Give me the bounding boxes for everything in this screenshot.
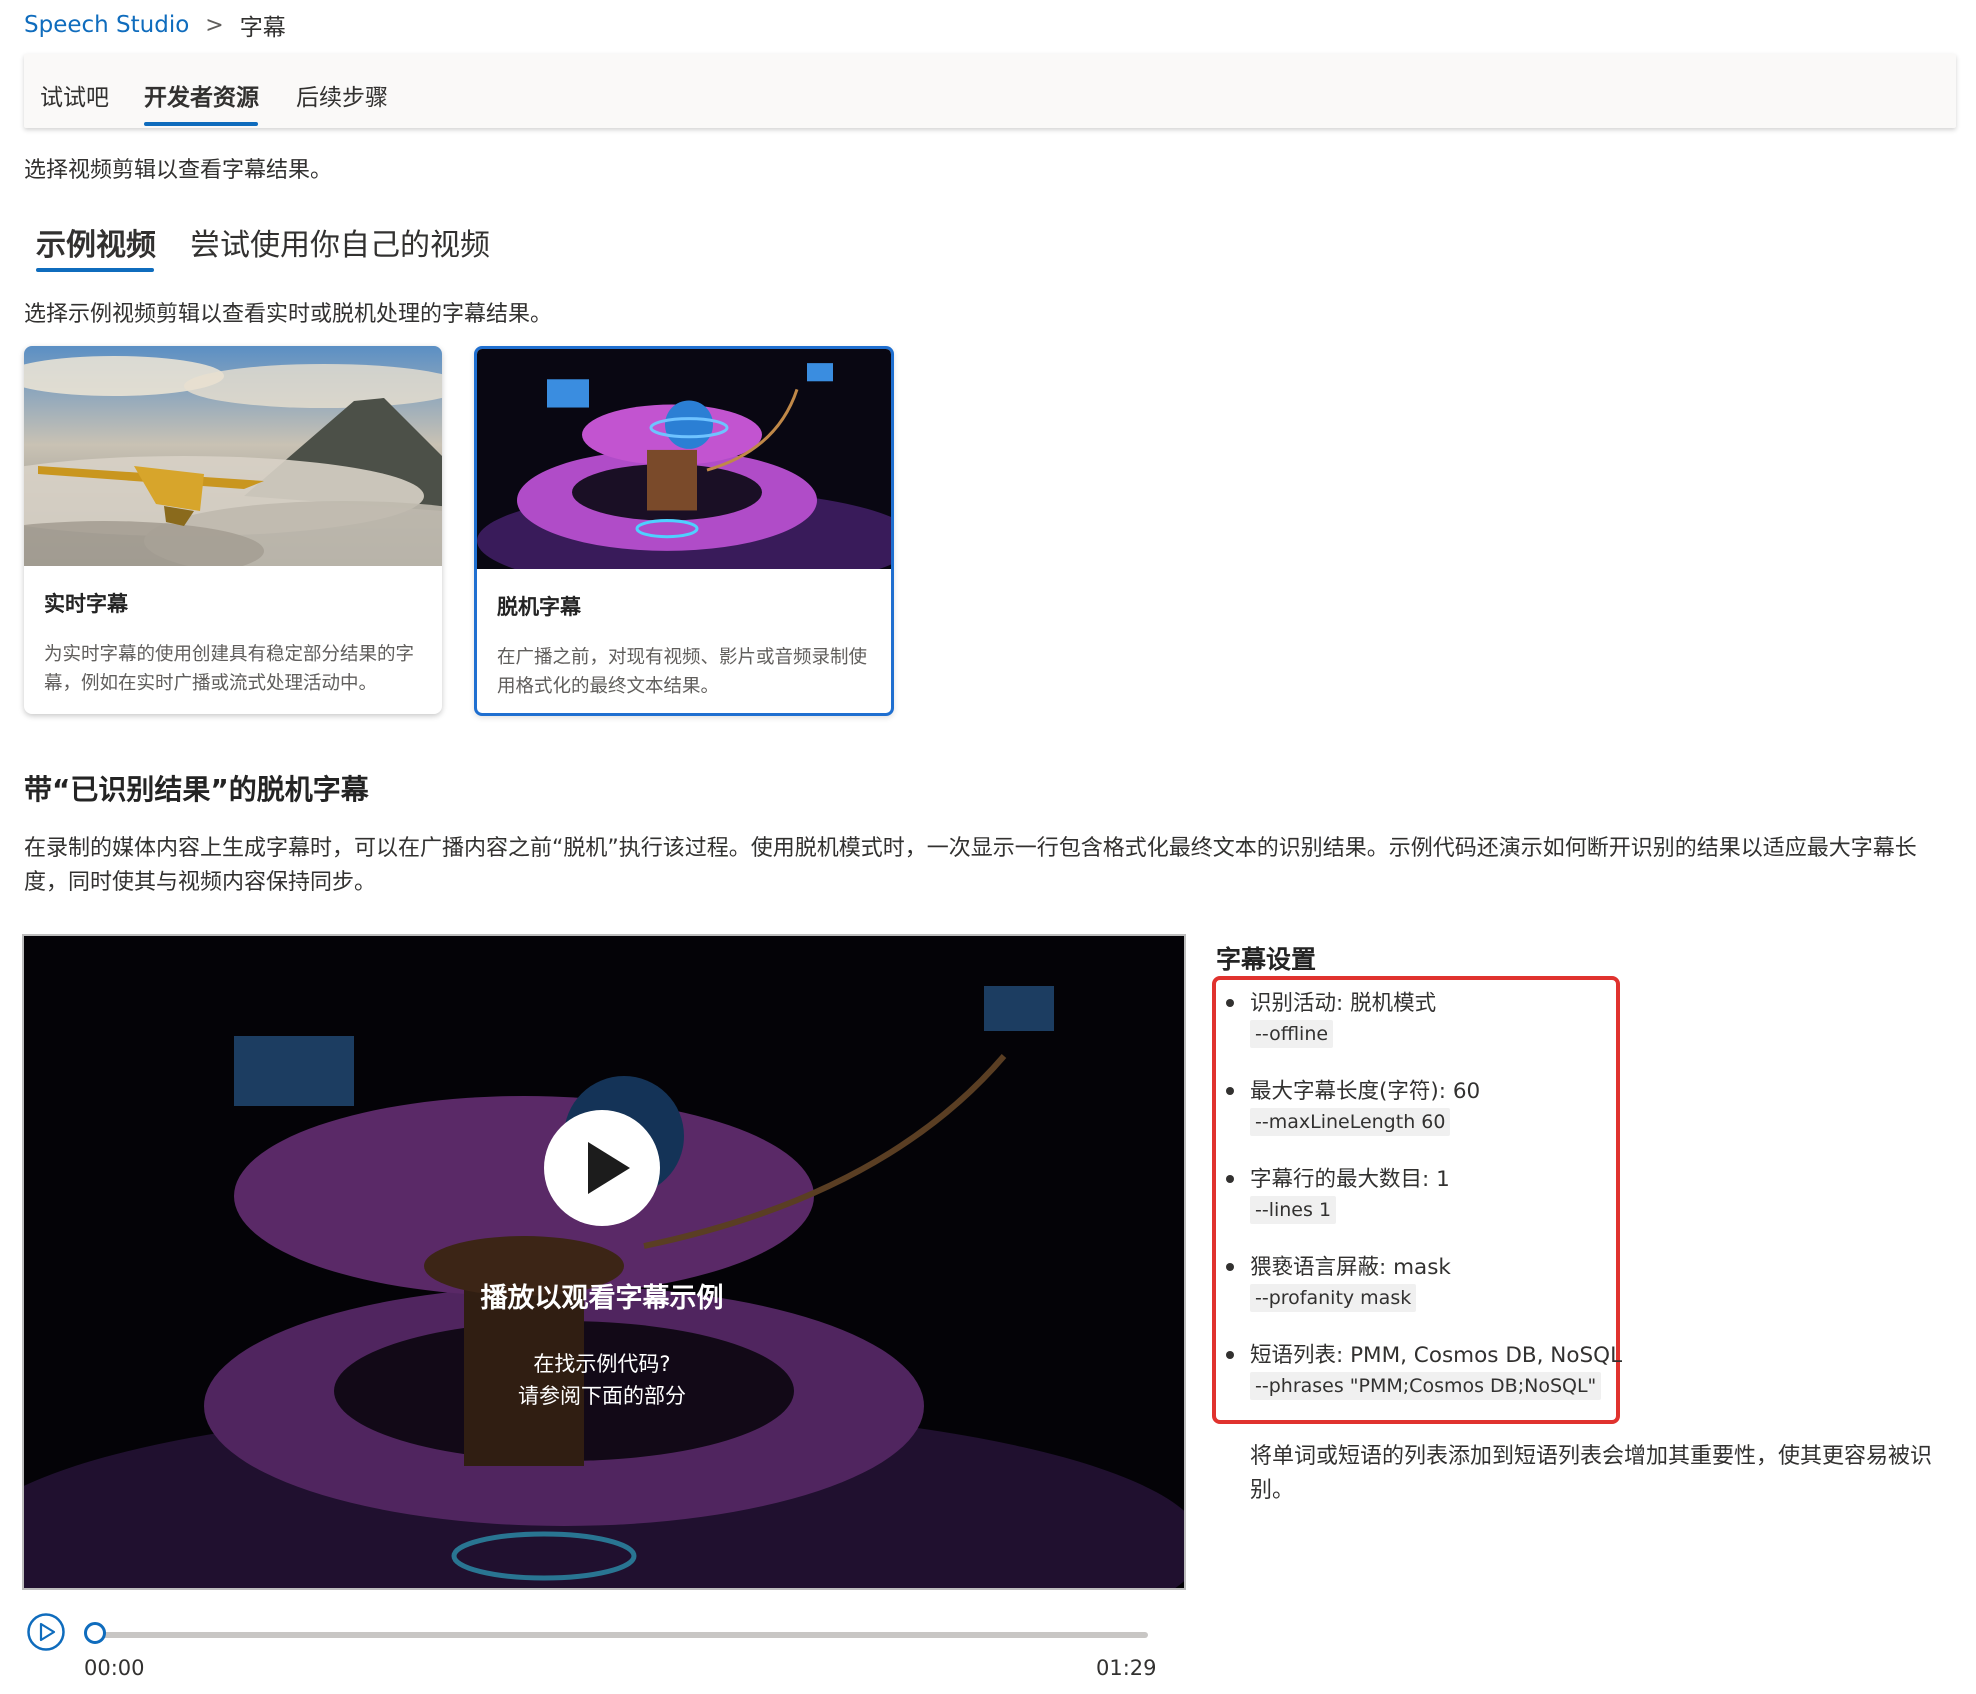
video-overlay-hint-line2: 请参阅下面的部分: [518, 1384, 686, 1408]
active-tab-indicator: [36, 268, 154, 272]
setting-code: --phrases "PMM;Cosmos DB;NoSQL": [1250, 1372, 1602, 1400]
setting-code: --maxLineLength 60: [1250, 1108, 1451, 1136]
animated-scene-thumbnail-image: [477, 349, 891, 569]
video-overlay-title: 播放以观看字幕示例: [480, 1283, 724, 1314]
setting-label: 猥亵语言屏蔽: mask: [1250, 1255, 1451, 1280]
setting-label: 最大字幕长度(字符): 60: [1250, 1079, 1481, 1104]
video-player[interactable]: [22, 934, 1186, 1590]
setting-label: 字幕行的最大数目: 1: [1250, 1167, 1450, 1192]
setting-code: --lines 1: [1250, 1196, 1337, 1224]
video-poster-image: [24, 936, 1184, 1588]
section-heading: 带“已识别结果”的脱机字幕: [24, 773, 369, 806]
setting-code: --offline: [1250, 1020, 1334, 1048]
card-offline-captions[interactable]: 脱机字幕 在广播之前，对现有视频、影片或音频录制使用格式化的最终文本结果。: [474, 346, 894, 716]
bullet-icon: [1226, 1351, 1234, 1359]
airplane-thumbnail-image: [24, 346, 442, 566]
setting-code: --profanity mask: [1250, 1284, 1417, 1312]
tab-next-steps[interactable]: 后续步骤: [296, 78, 388, 112]
breadcrumb: Speech Studio > 字幕: [24, 8, 286, 42]
setting-label: 识别活动: 脱机模式: [1250, 991, 1437, 1016]
phrase-list-note: 将单词或短语的列表添加到短语列表会增加其重要性，使其更容易被识别。: [1250, 1444, 1933, 1503]
bullet-icon: [1226, 1175, 1234, 1183]
video-overlay-hint-line1: 在找示例代码?: [533, 1352, 671, 1376]
card-description: 在广播之前，对现有视频、影片或音频录制使用格式化的最终文本结果。: [497, 647, 868, 697]
active-tab-indicator: [144, 122, 258, 126]
current-time: 00:00: [84, 1656, 145, 1680]
chevron-right-icon: >: [205, 12, 224, 38]
intro-text: 选择视频剪辑以查看字幕结果。: [24, 158, 333, 183]
bullet-icon: [1226, 999, 1234, 1007]
duration-time: 01:29: [1096, 1656, 1157, 1680]
tab-sample-videos[interactable]: 示例视频: [36, 220, 156, 264]
breadcrumb-current: 字幕: [239, 15, 286, 41]
bullet-icon: [1226, 1087, 1234, 1095]
tab-try-it[interactable]: 试试吧: [40, 78, 109, 112]
tab-own-video[interactable]: 尝试使用你自己的视频: [190, 220, 490, 264]
play-overlay-button[interactable]: [544, 1110, 660, 1226]
setting-label: 短语列表: PMM, Cosmos DB, NoSQL: [1250, 1343, 1623, 1368]
tab-developer-resources[interactable]: 开发者资源: [144, 78, 259, 112]
card-title: 脱机字幕: [497, 595, 581, 619]
seek-handle[interactable]: [84, 1622, 106, 1644]
caption-settings-heading: 字幕设置: [1216, 945, 1317, 974]
card-realtime-captions[interactable]: 实时字幕 为实时字幕的使用创建具有稳定部分结果的字幕，例如在实时广播或流式处理活…: [24, 346, 442, 714]
seek-bar[interactable]: [96, 1632, 1148, 1638]
card-title: 实时字幕: [44, 592, 128, 616]
play-icon: [588, 1142, 630, 1194]
bullet-icon: [1226, 1263, 1234, 1271]
top-tab-bar: 试试吧 开发者资源 后续步骤: [24, 54, 1956, 128]
breadcrumb-root-link[interactable]: Speech Studio: [24, 12, 189, 38]
card-description: 为实时字幕的使用创建具有稳定部分结果的字幕，例如在实时广播或流式处理活动中。: [44, 644, 415, 694]
section-description: 在录制的媒体内容上生成字幕时，可以在广播内容之前“脱机”执行该过程。使用脱机模式…: [24, 836, 1917, 895]
example-intro-text: 选择示例视频剪辑以查看实时或脱机处理的字幕结果。: [24, 302, 553, 327]
play-control-icon[interactable]: [26, 1612, 66, 1652]
